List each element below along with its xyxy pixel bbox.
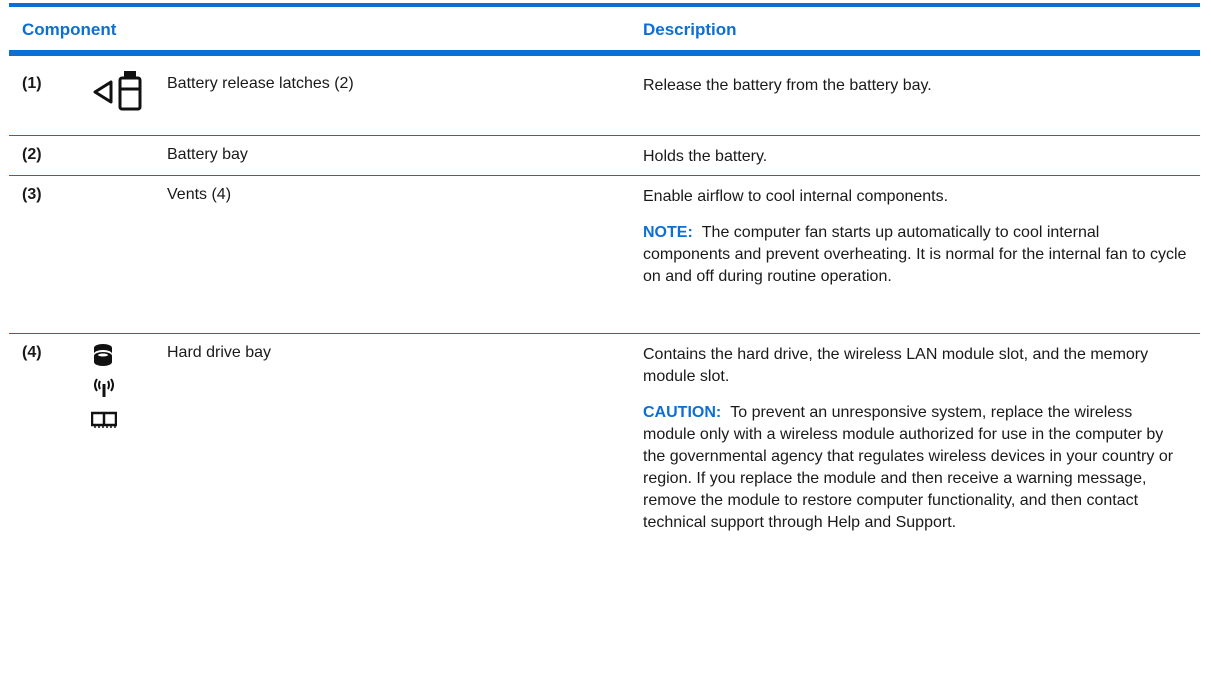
description-text: Enable airflow to cool internal componen… [643, 188, 949, 205]
description-text: Holds the battery. [643, 148, 768, 165]
row-number: (1) [22, 75, 42, 92]
description-text: Contains the hard drive, the wireless LA… [643, 346, 1149, 385]
hard-drive-icon [92, 343, 114, 374]
row-description: Holds the battery. [643, 146, 1188, 168]
table-row: (4) Hard drive bay Contains the hard dri… [9, 334, 1200, 574]
row-name: Hard drive bay [167, 344, 272, 361]
note-text: The computer fan starts up automatically… [643, 224, 1187, 285]
table-header-row: Component Description [9, 7, 1200, 50]
table-row: (2) Battery bay Holds the battery. [9, 136, 1200, 176]
row-name: Battery bay [167, 146, 248, 163]
component-column-header: Component [22, 20, 117, 39]
battery-release-icon [91, 65, 151, 118]
row-number: (4) [22, 344, 42, 361]
row-number: (3) [22, 186, 42, 203]
row-number: (2) [22, 146, 42, 163]
row-description: Contains the hard drive, the wireless LA… [643, 344, 1188, 534]
row-description: Release the battery from the battery bay… [643, 75, 1188, 97]
caution-paragraph: CAUTION: To prevent an unresponsive syste… [643, 402, 1188, 534]
row-name: Vents (4) [167, 186, 232, 203]
component-table: Component Description (1) Battery releas… [9, 0, 1200, 574]
description-text: Release the battery from the battery bay… [643, 77, 932, 94]
table-row: (1) Battery release latches (2) Release … [9, 56, 1200, 136]
note-paragraph: NOTE: The computer fan starts up automati… [643, 222, 1188, 288]
memory-module-icon [90, 411, 118, 434]
row-name: Battery release latches (2) [167, 75, 354, 92]
description-column-header: Description [643, 20, 737, 39]
row-description: Enable airflow to cool internal componen… [643, 186, 1188, 288]
caution-text: To prevent an unresponsive system, repla… [643, 404, 1174, 531]
wireless-icon [92, 376, 116, 403]
table-row: (3) Vents (4) Enable airflow to cool int… [9, 176, 1200, 334]
note-label: NOTE: [643, 224, 693, 241]
caution-label: CAUTION: [643, 404, 722, 421]
